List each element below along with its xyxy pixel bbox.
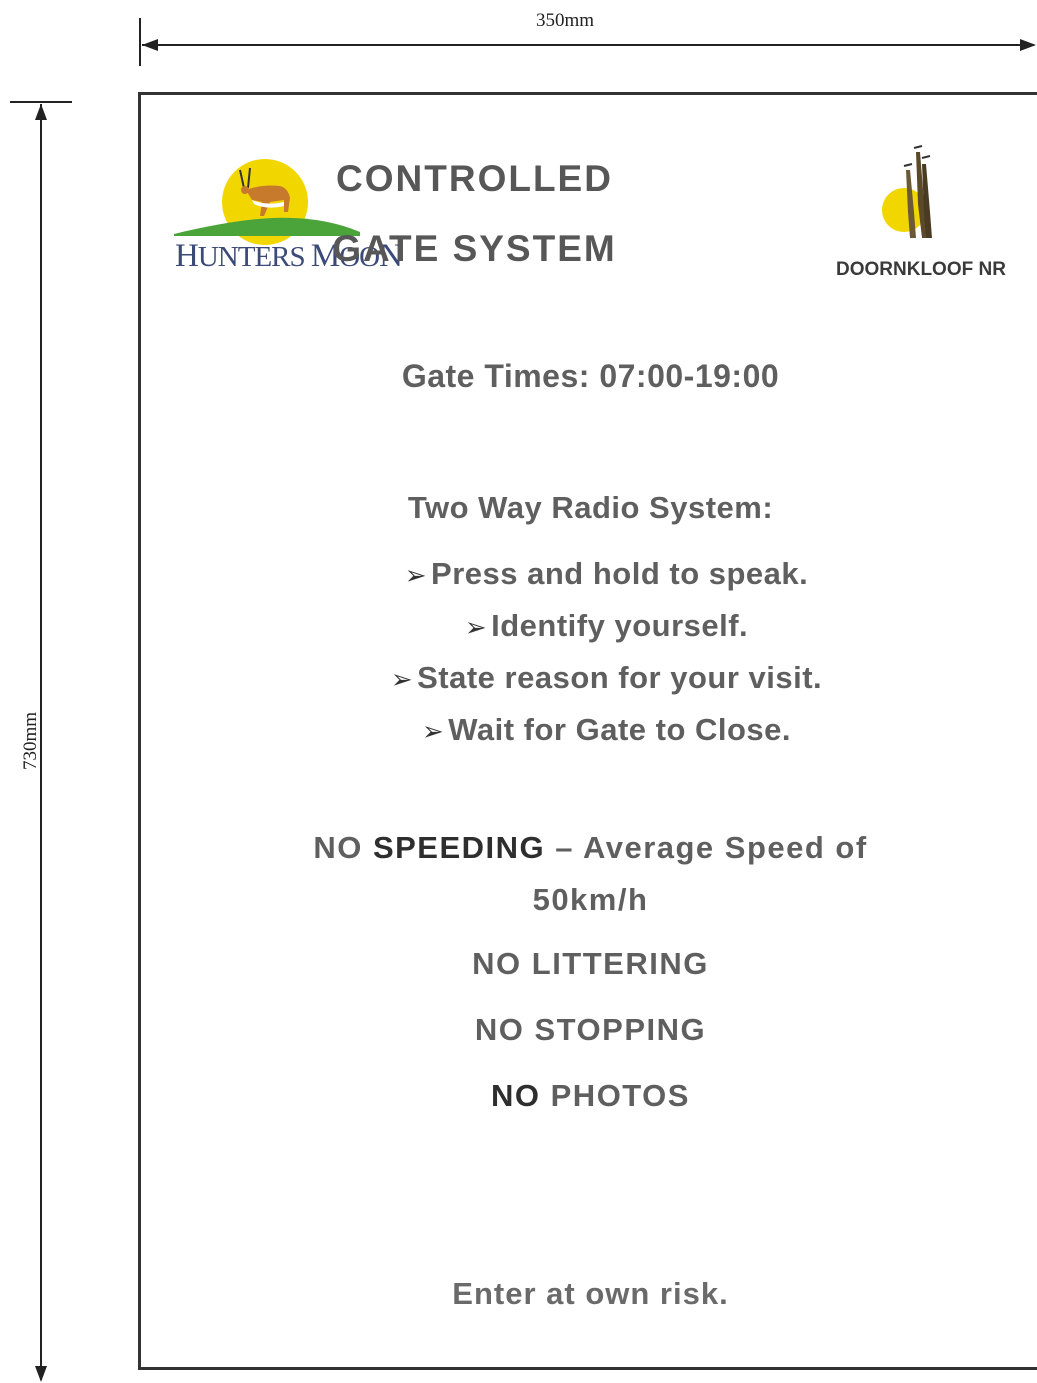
arrow-bullet-icon: ➢ bbox=[421, 716, 445, 746]
arrow-bullet-icon: ➢ bbox=[390, 664, 414, 694]
list-item: ➢ Press and hold to speak. bbox=[88, 556, 1037, 592]
rule-emphasis: SPEEDING bbox=[372, 830, 546, 865]
enter-at-own-risk-note: Enter at own risk. bbox=[452, 1276, 729, 1311]
gate-times: Gate Times: 07:00-19:00 bbox=[401, 358, 780, 394]
no-stopping-rule: NO STOPPING bbox=[474, 1012, 707, 1047]
rule-rest: PHOTOS bbox=[540, 1078, 690, 1113]
rule-prefix: NO bbox=[313, 830, 373, 865]
rule-emphasis: NO bbox=[491, 1078, 541, 1113]
no-speeding-rule: NO SPEEDING – Average Speed of bbox=[72, 830, 1037, 866]
radio-step-text: Identify yourself. bbox=[491, 608, 749, 643]
list-item: ➢ State reason for your visit. bbox=[88, 660, 1037, 696]
rule-rest: – Average Speed of bbox=[545, 830, 868, 865]
speed-limit-value: 50km/h bbox=[532, 882, 649, 917]
no-photos-rule: NO PHOTOS bbox=[72, 1078, 1037, 1114]
radio-system-heading: Two Way Radio System: bbox=[407, 490, 774, 525]
no-littering-rule: NO LITTERING bbox=[472, 946, 709, 981]
list-item: ➢ Wait for Gate to Close. bbox=[88, 712, 1037, 748]
heading-line-1: CONTROLLED bbox=[336, 158, 613, 199]
radio-step-text: State reason for your visit. bbox=[417, 660, 823, 695]
heading-line-2: GATE SYSTEM bbox=[332, 228, 617, 269]
radio-step-text: Wait for Gate to Close. bbox=[448, 712, 792, 747]
height-dimension-label: 730mm bbox=[20, 711, 41, 770]
arrow-bullet-icon: ➢ bbox=[464, 612, 488, 642]
width-dimension-label: 350mm bbox=[536, 10, 595, 31]
list-item: ➢ Identify yourself. bbox=[88, 608, 1037, 644]
arrow-bullet-icon: ➢ bbox=[404, 560, 428, 590]
radio-step-text: Press and hold to speak. bbox=[431, 556, 809, 591]
